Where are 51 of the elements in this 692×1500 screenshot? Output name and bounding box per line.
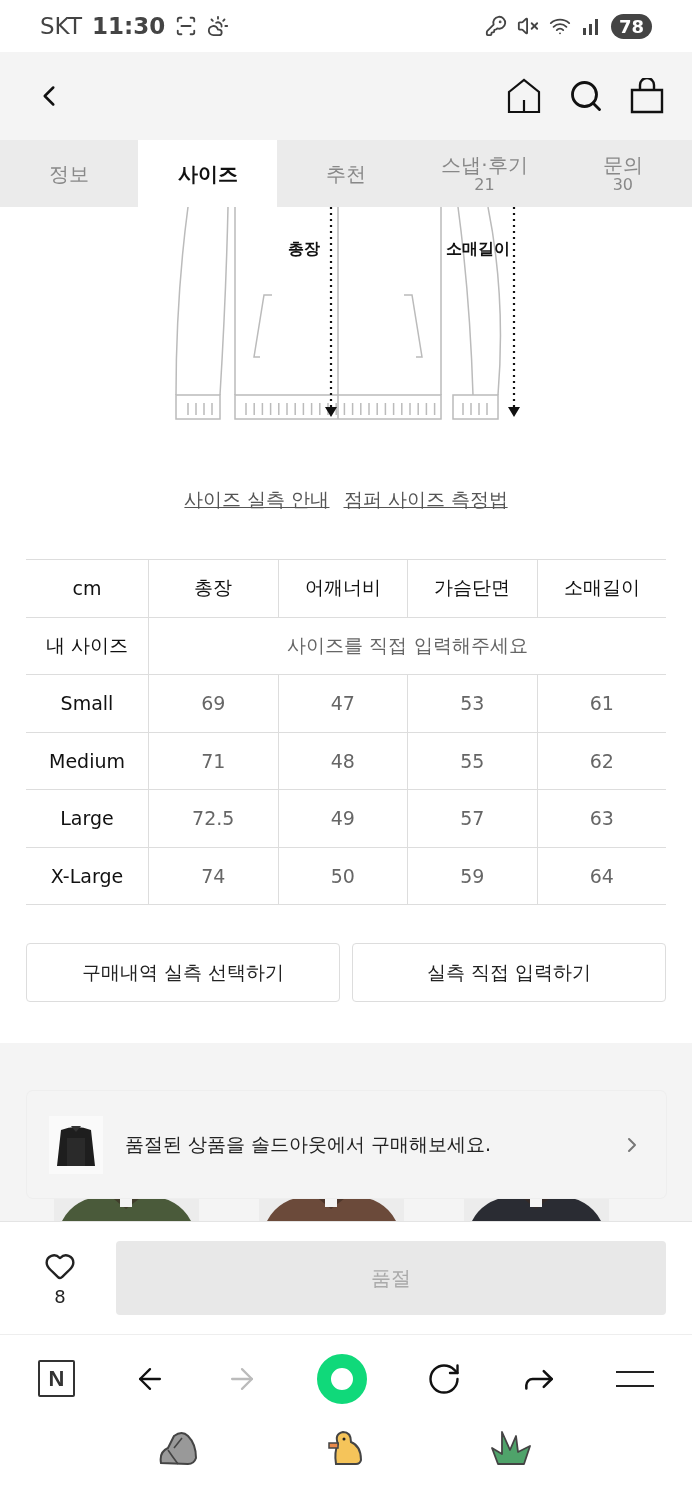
table-cell: 50 [277,847,407,905]
signal-icon [580,16,601,36]
my-size-cell[interactable]: 사이즈를 직접 입력해주세요 [148,617,666,675]
row-label: Large [26,790,148,848]
row-label: Medium [26,732,148,790]
table-cell: 69 [148,675,278,733]
soldout-banner[interactable]: 품절된 상품을 솔드아웃에서 구매해보세요. [27,1091,666,1198]
key-icon [484,15,507,37]
guide-link[interactable]: 점퍼 사이즈 측정법 [343,487,508,513]
column-header: 어깨너비 [277,560,407,618]
tab[interactable]: 사이즈 [138,140,277,207]
guide-link[interactable]: 사이즈 실측 안내 [184,487,330,513]
rock-icon[interactable] [158,1430,198,1466]
column-header: cm [26,560,148,618]
battery-level: 78 [610,13,652,39]
home-button[interactable] [506,78,542,114]
diagram-label: 총장 [288,239,320,260]
clock: 11:30 [91,13,166,39]
banner-text: 품절된 상품을 솔드아웃에서 구매해보세요. [125,1131,493,1157]
table-cell: 53 [407,675,537,733]
search-button[interactable] [568,78,604,114]
measure-button[interactable]: 실측 직접 입력하기 [352,943,666,1002]
table-cell: 72.5 [148,790,278,848]
mute-icon [516,15,539,37]
row-label: X-Large [26,847,148,905]
column-header: 총장 [148,560,278,618]
table-cell: 64 [536,847,666,905]
table-cell: 55 [407,732,537,790]
column-header: 가슴단면 [407,560,537,618]
table-cell: 49 [277,790,407,848]
table-cell: 61 [536,675,666,733]
diagram-label: 소매길이 [446,239,510,260]
naver-button[interactable]: N [38,1360,75,1397]
table-cell: 48 [277,732,407,790]
cart-button[interactable] [630,78,664,114]
table-cell: 57 [407,790,537,848]
menu-button[interactable] [615,1368,654,1389]
measure-button[interactable]: 구매내역 실측 선택하기 [26,943,340,1002]
screenshot-icon [175,15,198,37]
table-cell: 59 [407,847,537,905]
table-cell: 62 [536,732,666,790]
row-label: 내 사이즈 [26,617,148,675]
weather-icon [207,15,230,37]
table-cell: 63 [536,790,666,848]
table-cell: 47 [277,675,407,733]
table-cell: 74 [148,847,278,905]
carrier: SKT [40,13,82,39]
grass-icon[interactable] [490,1430,534,1466]
column-header: 소매길이 [536,560,666,618]
row-label: Small [26,675,148,733]
table-cell: 71 [148,732,278,790]
